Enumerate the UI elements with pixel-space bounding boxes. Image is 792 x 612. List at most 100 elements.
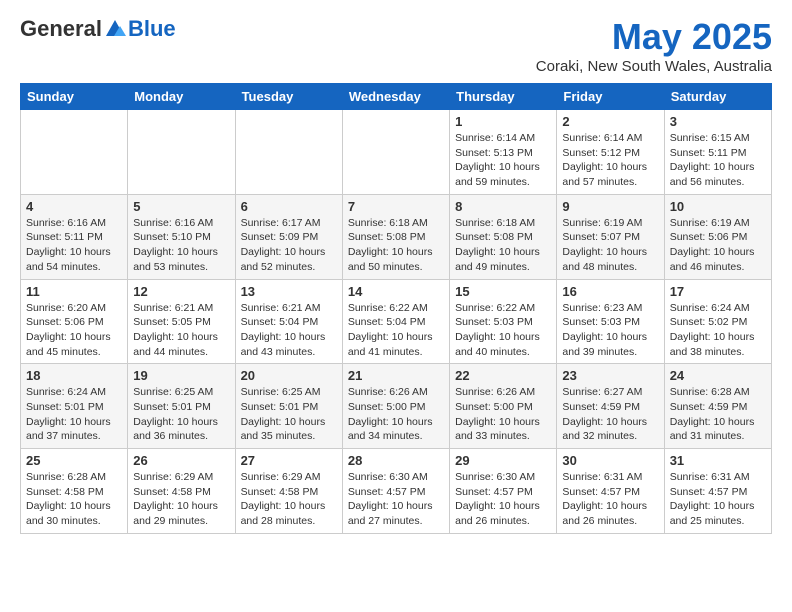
calendar-table: SundayMondayTuesdayWednesdayThursdayFrid… [20,83,772,534]
calendar-cell: 22Sunrise: 6:26 AMSunset: 5:00 PMDayligh… [450,364,557,449]
calendar-cell: 16 Sunrise: 6:23 AMSunset: 5:03 PMDayligh… [557,279,664,364]
calendar-cell: 25 Sunrise: 6:28 AMSunset: 4:58 PMDayligh… [21,449,128,534]
day-number: 13 [241,284,337,299]
weekday-header-friday: Friday [557,84,664,110]
day-number: 16 [562,284,658,299]
calendar-cell [342,110,449,195]
calendar-cell: 2Sunrise: 6:14 AMSunset: 5:12 PMDaylight… [557,110,664,195]
calendar-cell: 31 Sunrise: 6:31 AMSunset: 4:57 PMDayligh… [664,449,771,534]
day-info: Sunrise: 6:16 AMSunset: 5:11 PMDaylight:… [26,216,122,275]
day-number: 24 [670,368,766,383]
day-info: Sunrise: 6:25 AMSunset: 5:01 PMDaylight:… [241,385,337,444]
logo-general-text: General [20,16,102,42]
day-number: 9 [562,199,658,214]
title-block: May 2025 Coraki, New South Wales, Austra… [536,16,772,75]
logo: General Blue [20,16,176,42]
day-info: Sunrise: 6:24 AMSunset: 5:01 PMDaylight:… [26,385,122,444]
calendar-cell: 3 Sunrise: 6:15 AMSunset: 5:11 PMDaylight… [664,110,771,195]
calendar-cell: 19Sunrise: 6:25 AMSunset: 5:01 PMDayligh… [128,364,235,449]
location-title: Coraki, New South Wales, Australia [536,58,772,75]
calendar-cell: 6 Sunrise: 6:17 AMSunset: 5:09 PMDaylight… [235,194,342,279]
day-info: Sunrise: 6:23 AMSunset: 5:03 PMDaylight:… [562,301,658,360]
day-number: 11 [26,284,122,299]
calendar-cell: 28 Sunrise: 6:30 AMSunset: 4:57 PMDayligh… [342,449,449,534]
calendar-cell: 20 Sunrise: 6:25 AMSunset: 5:01 PMDayligh… [235,364,342,449]
day-info: Sunrise: 6:17 AMSunset: 5:09 PMDaylight:… [241,216,337,275]
calendar-cell: 11 Sunrise: 6:20 AMSunset: 5:06 PMDayligh… [21,279,128,364]
calendar-cell: 5 Sunrise: 6:16 AMSunset: 5:10 PMDaylight… [128,194,235,279]
calendar-cell: 8 Sunrise: 6:18 AMSunset: 5:08 PMDaylight… [450,194,557,279]
calendar-header-row: SundayMondayTuesdayWednesdayThursdayFrid… [21,84,772,110]
calendar-week-row: 1 Sunrise: 6:14 AMSunset: 5:13 PMDaylight… [21,110,772,195]
calendar-cell: 23 Sunrise: 6:27 AMSunset: 4:59 PMDayligh… [557,364,664,449]
day-number: 27 [241,453,337,468]
day-number: 30 [562,453,658,468]
day-number: 23 [562,368,658,383]
day-number: 20 [241,368,337,383]
day-number: 28 [348,453,444,468]
calendar-week-row: 25 Sunrise: 6:28 AMSunset: 4:58 PMDayligh… [21,449,772,534]
day-number: 17 [670,284,766,299]
day-number: 25 [26,453,122,468]
day-number: 29 [455,453,551,468]
day-number: 15 [455,284,551,299]
calendar-cell [21,110,128,195]
weekday-header-monday: Monday [128,84,235,110]
calendar-cell: 13 Sunrise: 6:21 AMSunset: 5:04 PMDayligh… [235,279,342,364]
day-info: Sunrise: 6:16 AMSunset: 5:10 PMDaylight:… [133,216,229,275]
day-number: 6 [241,199,337,214]
day-info: Sunrise: 6:19 AMSunset: 5:07 PMDaylight:… [562,216,658,275]
day-number: 14 [348,284,444,299]
day-info: Sunrise: 6:28 AMSunset: 4:59 PMDaylight:… [670,385,766,444]
day-number: 19 [133,368,229,383]
calendar-cell: 30Sunrise: 6:31 AMSunset: 4:57 PMDayligh… [557,449,664,534]
day-info: Sunrise: 6:29 AMSunset: 4:58 PMDaylight:… [133,470,229,529]
weekday-header-saturday: Saturday [664,84,771,110]
day-number: 12 [133,284,229,299]
day-info: Sunrise: 6:26 AMSunset: 5:00 PMDaylight:… [348,385,444,444]
day-info: Sunrise: 6:30 AMSunset: 4:57 PMDaylight:… [455,470,551,529]
day-number: 5 [133,199,229,214]
weekday-header-thursday: Thursday [450,84,557,110]
calendar-week-row: 18Sunrise: 6:24 AMSunset: 5:01 PMDayligh… [21,364,772,449]
day-info: Sunrise: 6:19 AMSunset: 5:06 PMDaylight:… [670,216,766,275]
page-header: General Blue May 2025 Coraki, New South … [20,16,772,75]
day-info: Sunrise: 6:30 AMSunset: 4:57 PMDaylight:… [348,470,444,529]
calendar-cell: 1 Sunrise: 6:14 AMSunset: 5:13 PMDaylight… [450,110,557,195]
day-number: 8 [455,199,551,214]
calendar-cell: 21 Sunrise: 6:26 AMSunset: 5:00 PMDayligh… [342,364,449,449]
calendar-week-row: 11 Sunrise: 6:20 AMSunset: 5:06 PMDayligh… [21,279,772,364]
day-number: 31 [670,453,766,468]
calendar-cell: 9 Sunrise: 6:19 AMSunset: 5:07 PMDaylight… [557,194,664,279]
day-info: Sunrise: 6:24 AMSunset: 5:02 PMDaylight:… [670,301,766,360]
weekday-header-wednesday: Wednesday [342,84,449,110]
calendar-week-row: 4 Sunrise: 6:16 AMSunset: 5:11 PMDaylight… [21,194,772,279]
day-info: Sunrise: 6:18 AMSunset: 5:08 PMDaylight:… [455,216,551,275]
day-info: Sunrise: 6:14 AMSunset: 5:12 PMDaylight:… [562,131,658,190]
day-info: Sunrise: 6:20 AMSunset: 5:06 PMDaylight:… [26,301,122,360]
day-info: Sunrise: 6:27 AMSunset: 4:59 PMDaylight:… [562,385,658,444]
calendar-cell [235,110,342,195]
day-number: 1 [455,114,551,129]
day-info: Sunrise: 6:26 AMSunset: 5:00 PMDaylight:… [455,385,551,444]
day-number: 7 [348,199,444,214]
calendar-cell: 12Sunrise: 6:21 AMSunset: 5:05 PMDayligh… [128,279,235,364]
weekday-header-sunday: Sunday [21,84,128,110]
calendar-cell: 18Sunrise: 6:24 AMSunset: 5:01 PMDayligh… [21,364,128,449]
calendar-cell: 14Sunrise: 6:22 AMSunset: 5:04 PMDayligh… [342,279,449,364]
day-info: Sunrise: 6:28 AMSunset: 4:58 PMDaylight:… [26,470,122,529]
calendar-cell [128,110,235,195]
day-info: Sunrise: 6:29 AMSunset: 4:58 PMDaylight:… [241,470,337,529]
logo-icon [104,18,126,40]
calendar-cell: 27 Sunrise: 6:29 AMSunset: 4:58 PMDayligh… [235,449,342,534]
day-number: 3 [670,114,766,129]
calendar-cell: 10Sunrise: 6:19 AMSunset: 5:06 PMDayligh… [664,194,771,279]
day-number: 4 [26,199,122,214]
day-info: Sunrise: 6:21 AMSunset: 5:04 PMDaylight:… [241,301,337,360]
weekday-header-tuesday: Tuesday [235,84,342,110]
day-number: 21 [348,368,444,383]
day-info: Sunrise: 6:14 AMSunset: 5:13 PMDaylight:… [455,131,551,190]
calendar-cell: 26Sunrise: 6:29 AMSunset: 4:58 PMDayligh… [128,449,235,534]
day-info: Sunrise: 6:31 AMSunset: 4:57 PMDaylight:… [670,470,766,529]
day-info: Sunrise: 6:15 AMSunset: 5:11 PMDaylight:… [670,131,766,190]
